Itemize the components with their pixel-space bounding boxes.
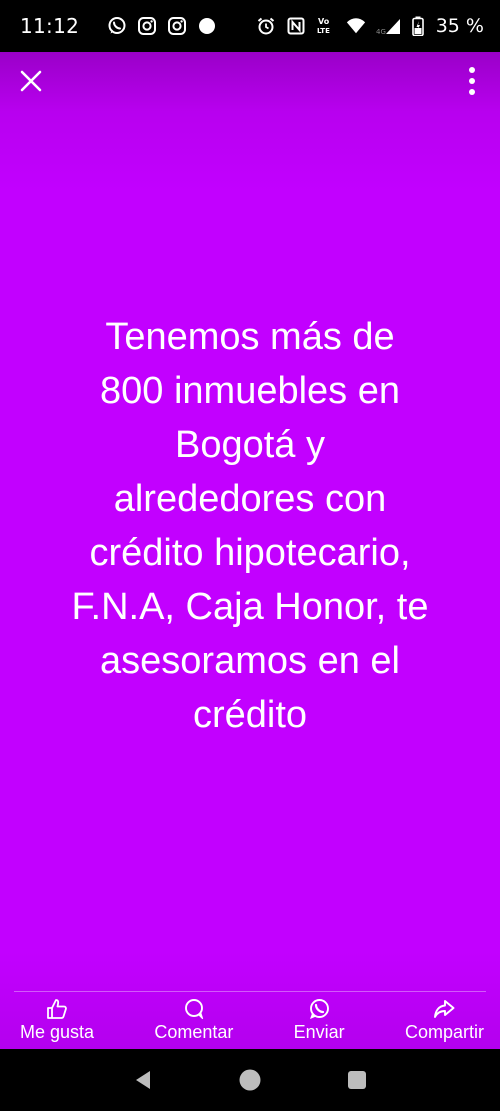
alarm-icon (256, 16, 276, 36)
nfc-icon (286, 16, 306, 36)
volte-top-label: Vo (318, 17, 330, 26)
action-bar: Me gusta Comentar Enviar Compartir (0, 994, 500, 1049)
home-button[interactable] (236, 1066, 264, 1094)
share-label: Compartir (404, 1022, 484, 1042)
divider (14, 991, 486, 992)
home-icon (239, 1069, 261, 1091)
status-time: 11:12 (20, 14, 80, 38)
back-button[interactable] (129, 1066, 157, 1094)
comment-button[interactable]: Comentar (154, 994, 233, 1049)
volte-icon: Vo LTE (316, 16, 336, 36)
notification-icons (107, 16, 217, 36)
thumb-up-icon (46, 998, 68, 1020)
text-post: Tenemos más de 800 inmuebles en Bogotá y… (0, 52, 500, 1049)
post-text: Tenemos más de 800 inmuebles en Bogotá y… (71, 316, 429, 736)
close-button[interactable] (14, 64, 48, 98)
recents-button[interactable] (343, 1066, 371, 1094)
close-icon (20, 70, 42, 92)
network-gen-label: 4G (376, 28, 386, 36)
share-icon (433, 998, 455, 1020)
send-button[interactable]: Enviar (294, 994, 345, 1049)
share-button[interactable]: Compartir (405, 994, 484, 1049)
wifi-icon (346, 16, 366, 36)
status-bar: 11:12 Vo LTE 4G 35 % (0, 0, 500, 52)
instagram-icon (137, 16, 157, 36)
signal-icon: 4G (376, 16, 402, 36)
volte-bottom-label: LTE (317, 27, 330, 35)
whatsapp-icon (308, 998, 330, 1020)
send-label: Enviar (293, 1022, 345, 1042)
like-label: Me gusta (20, 1022, 95, 1042)
more-vert-icon (469, 67, 475, 95)
like-button[interactable]: Me gusta (20, 994, 94, 1049)
instagram-icon (167, 16, 187, 36)
comment-icon (183, 998, 205, 1020)
screen: 11:12 Vo LTE 4G 35 % Tenemos más de 800 … (0, 0, 500, 1111)
battery-icon (411, 16, 424, 36)
battery-percent: 35 % (435, 15, 484, 37)
comment-label: Comentar (154, 1022, 234, 1042)
recents-icon (347, 1071, 366, 1089)
system-icons: Vo LTE 4G 35 % (256, 15, 484, 37)
back-icon (136, 1071, 151, 1089)
more-options-button[interactable] (460, 64, 484, 98)
whatsapp-icon (107, 16, 127, 36)
dot-icon (197, 16, 217, 36)
navigation-bar (0, 1049, 500, 1111)
